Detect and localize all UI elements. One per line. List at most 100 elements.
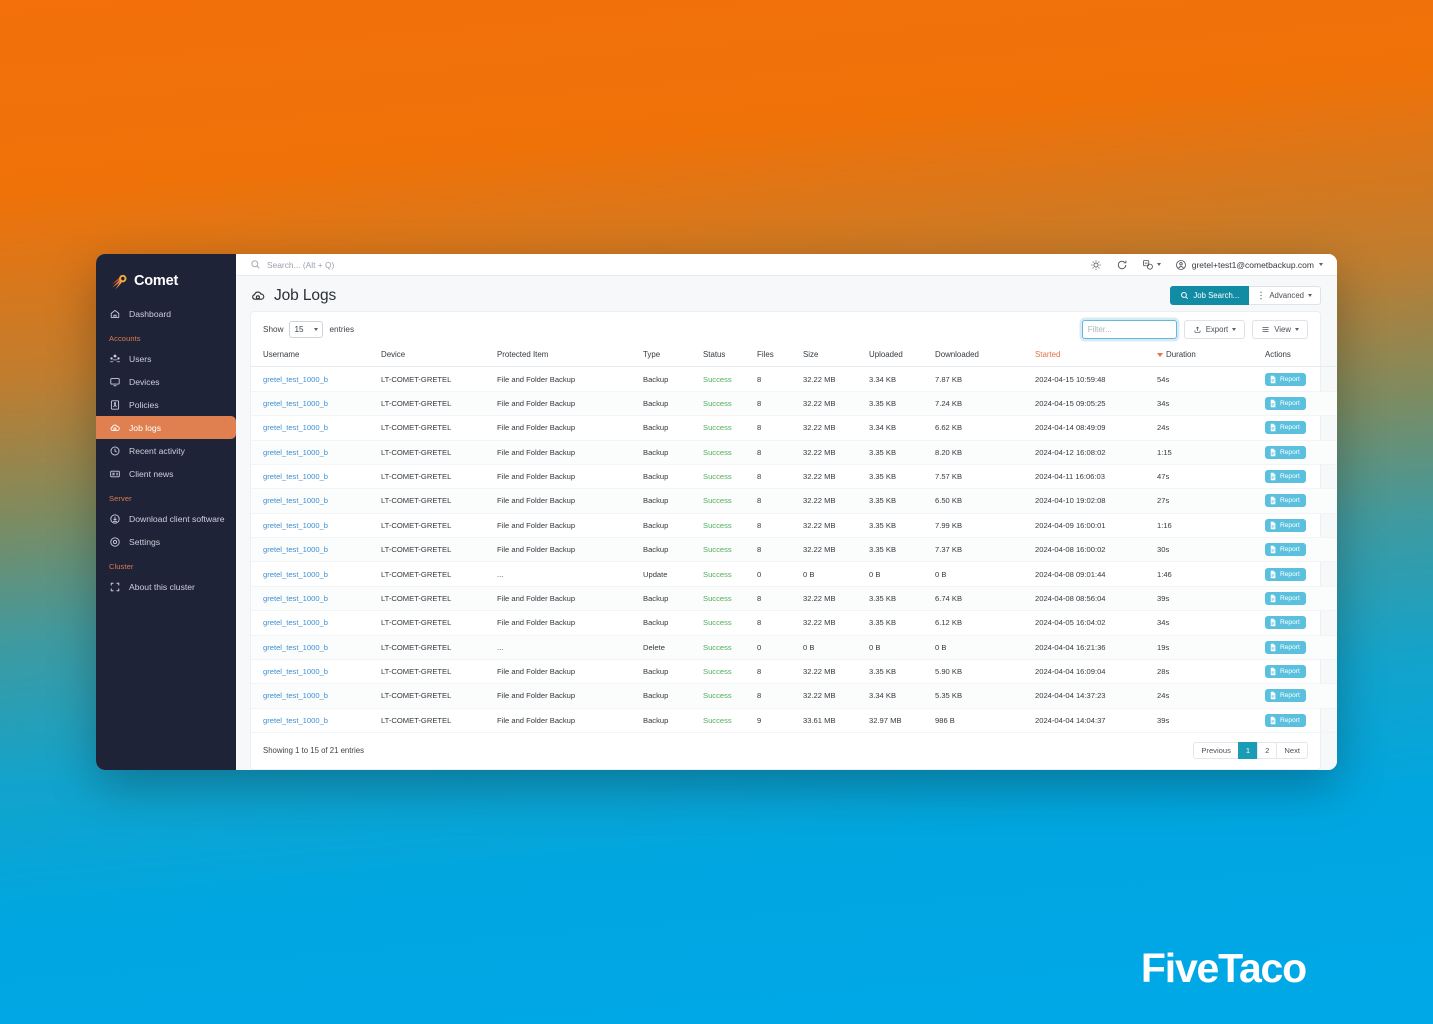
row-status: Success <box>699 513 753 539</box>
report-button[interactable]: Report <box>1265 616 1306 630</box>
sidebar-item-about-this-cluster[interactable]: About this cluster <box>96 575 236 598</box>
report-label: Report <box>1280 668 1300 676</box>
row-actions: Report <box>1261 488 1337 514</box>
column-header-uploaded[interactable]: Uploaded <box>865 345 931 368</box>
language-icon[interactable] <box>1142 259 1161 271</box>
report-button[interactable]: Report <box>1265 665 1306 679</box>
row-duration: 1:46 <box>1153 561 1261 587</box>
row-uploaded: 3.35 KB <box>865 610 931 636</box>
report-button[interactable]: Report <box>1265 470 1306 484</box>
page-size-value: 15 <box>294 325 304 335</box>
row-device: LT-COMET-GRETEL <box>377 366 493 392</box>
row-username[interactable]: gretel_test_1000_b <box>251 561 377 587</box>
report-button[interactable]: Report <box>1265 396 1306 410</box>
pagination-previous[interactable]: Previous <box>1193 742 1239 759</box>
row-username[interactable]: gretel_test_1000_b <box>251 635 377 660</box>
row-username[interactable]: gretel_test_1000_b <box>251 537 377 563</box>
job-search-button[interactable]: Job Search... <box>1170 286 1250 306</box>
sidebar-item-dashboard[interactable]: Dashboard <box>96 302 236 325</box>
row-username[interactable]: gretel_test_1000_b <box>251 586 377 612</box>
column-header-type[interactable]: Type <box>639 345 699 368</box>
global-search[interactable]: Search... (Alt + Q) <box>250 259 1083 270</box>
report-button[interactable]: Report <box>1265 713 1306 727</box>
report-button[interactable]: Report <box>1265 518 1306 532</box>
table-tools: Filter... Export View <box>1081 320 1308 340</box>
sidebar-item-label: Policies <box>129 399 159 410</box>
report-button[interactable]: Report <box>1265 445 1306 459</box>
brand-logo[interactable]: Comet <box>96 265 236 293</box>
row-uploaded: 3.34 KB <box>865 683 931 709</box>
pagination-page-1[interactable]: 1 <box>1237 742 1259 759</box>
report-label: Report <box>1280 594 1300 602</box>
pagination-page-2[interactable]: 2 <box>1257 742 1278 759</box>
report-button[interactable]: Report <box>1265 591 1306 605</box>
global-search-placeholder: Search... (Alt + Q) <box>267 259 335 270</box>
row-type: Backup <box>639 464 699 490</box>
sidebar-item-client-news[interactable]: Client news <box>96 462 236 485</box>
page-size-select[interactable]: 15 <box>289 321 324 339</box>
sidebar-item-users[interactable]: Users <box>96 347 236 370</box>
report-button[interactable]: Report <box>1265 543 1306 557</box>
row-username[interactable]: gretel_test_1000_b <box>251 683 377 709</box>
column-header-protected-item[interactable]: Protected Item <box>493 345 639 368</box>
column-header-duration[interactable]: Duration <box>1153 345 1261 368</box>
column-header-files[interactable]: Files <box>753 345 799 368</box>
report-button[interactable]: Report <box>1265 372 1306 386</box>
report-label: Report <box>1280 692 1300 700</box>
row-duration: 34s <box>1153 391 1261 417</box>
row-size: 33.61 MB <box>799 708 865 734</box>
pagination-next[interactable]: Next <box>1276 742 1308 759</box>
row-size: 32.22 MB <box>799 488 865 514</box>
row-username[interactable]: gretel_test_1000_b <box>251 659 377 685</box>
row-username[interactable]: gretel_test_1000_b <box>251 513 377 539</box>
row-actions: Report <box>1261 610 1337 636</box>
sidebar-item-settings[interactable]: Settings <box>96 530 236 553</box>
report-button[interactable]: Report <box>1265 689 1306 703</box>
row-username[interactable]: gretel_test_1000_b <box>251 440 377 465</box>
row-username[interactable]: gretel_test_1000_b <box>251 488 377 514</box>
row-status: Success <box>699 415 753 441</box>
sidebar-item-job-logs[interactable]: Job logs <box>96 416 236 439</box>
sidebar-item-label: Download client software <box>129 513 225 524</box>
sidebar-item-policies[interactable]: Policies <box>96 393 236 416</box>
row-duration: 27s <box>1153 488 1261 514</box>
row-downloaded: 7.24 KB <box>931 391 1031 417</box>
report-button[interactable]: Report <box>1265 494 1306 508</box>
document-icon <box>1270 472 1276 481</box>
column-header-started[interactable]: Started <box>1031 345 1153 368</box>
report-button[interactable]: Report <box>1265 640 1306 654</box>
column-header-downloaded[interactable]: Downloaded <box>931 345 1031 368</box>
filter-input[interactable]: Filter... <box>1081 320 1177 340</box>
brightness-icon[interactable] <box>1090 259 1102 271</box>
row-files: 8 <box>753 513 799 539</box>
sidebar-item-recent-activity[interactable]: Recent activity <box>96 439 236 462</box>
list-icon <box>1262 327 1269 333</box>
column-header-size[interactable]: Size <box>799 345 865 368</box>
sidebar-item-devices[interactable]: Devices <box>96 370 236 393</box>
column-header-device[interactable]: Device <box>377 345 493 368</box>
report-button[interactable]: Report <box>1265 421 1306 435</box>
sidebar-item-download-client-software[interactable]: Download client software <box>96 507 236 530</box>
row-username[interactable]: gretel_test_1000_b <box>251 391 377 417</box>
expand-icon <box>110 582 120 591</box>
row-files: 8 <box>753 391 799 417</box>
row-username[interactable]: gretel_test_1000_b <box>251 610 377 636</box>
row-username[interactable]: gretel_test_1000_b <box>251 366 377 392</box>
refresh-icon[interactable] <box>1116 259 1128 271</box>
row-username[interactable]: gretel_test_1000_b <box>251 708 377 734</box>
sidebar-item-label: Devices <box>129 376 160 387</box>
row-username[interactable]: gretel_test_1000_b <box>251 415 377 441</box>
row-size: 32.22 MB <box>799 683 865 709</box>
column-header-username[interactable]: Username <box>251 345 377 368</box>
document-icon <box>1270 643 1276 651</box>
row-protected-item: File and Folder Backup <box>493 513 639 539</box>
row-protected-item: ... <box>493 635 639 660</box>
export-button[interactable]: Export <box>1183 320 1246 340</box>
account-menu[interactable]: gretel+test1@cometbackup.com <box>1175 259 1323 271</box>
row-username[interactable]: gretel_test_1000_b <box>251 464 377 490</box>
column-header-status[interactable]: Status <box>699 345 753 368</box>
row-status: Success <box>699 683 753 709</box>
advanced-button[interactable]: Advanced <box>1249 286 1321 306</box>
report-button[interactable]: Report <box>1265 567 1306 581</box>
view-button[interactable]: View <box>1252 320 1308 340</box>
